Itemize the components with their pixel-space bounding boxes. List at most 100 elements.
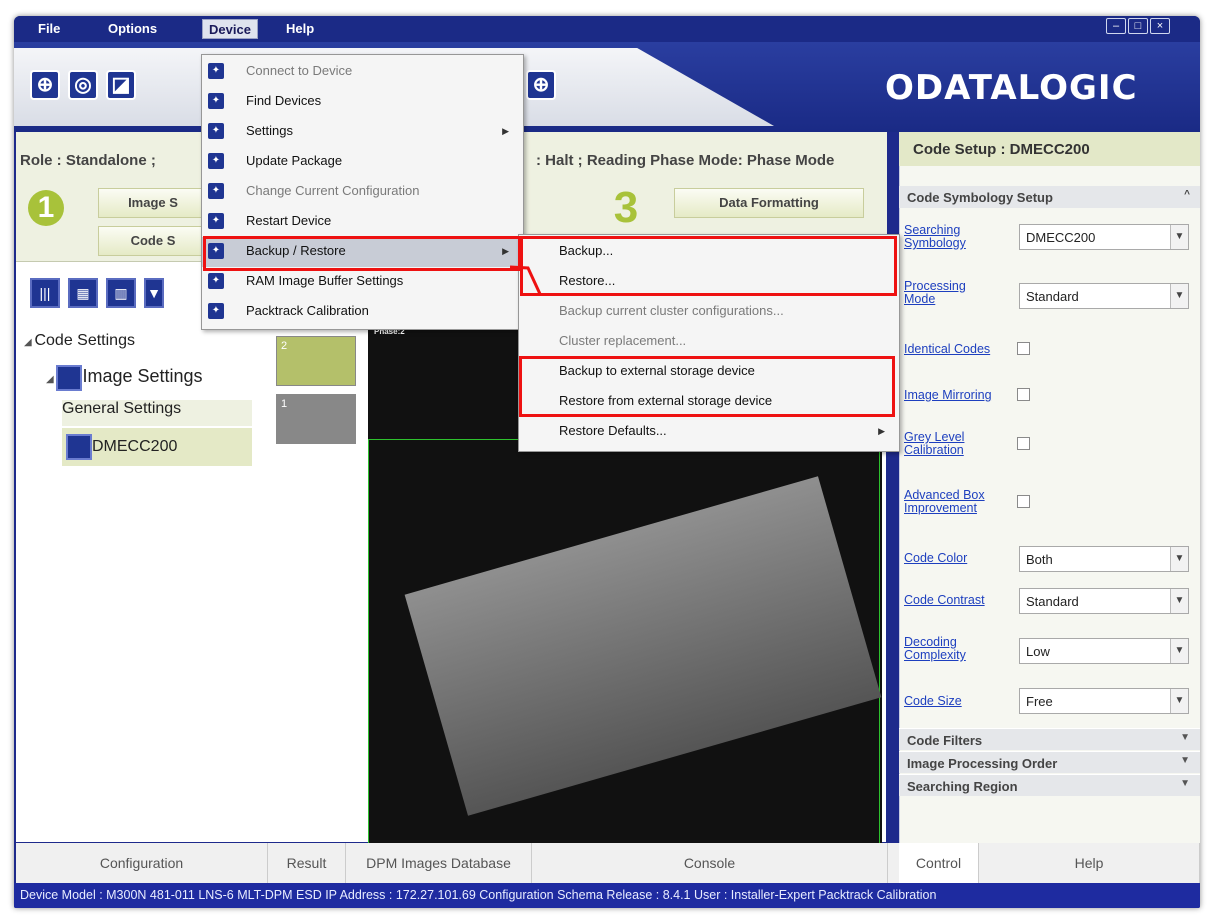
open-device-icon[interactable]: ◎ [68, 70, 98, 100]
find-icon: ✦ [208, 93, 224, 109]
barcode-1d-icon[interactable]: ||| [30, 278, 60, 308]
backup_menu-item-cluster-replacement: Cluster replacement... [519, 327, 899, 357]
barcode-2d-icon[interactable]: ▦ [68, 278, 98, 308]
chevron-down-icon[interactable]: ▼ [1180, 778, 1190, 789]
close-icon[interactable]: × [1150, 18, 1170, 34]
device_menu-item-packtrack-calibration[interactable]: ✦ Packtrack Calibration [202, 297, 523, 327]
tree-image-settings[interactable]: ◢ Image Settings [46, 365, 203, 391]
grey-level-label[interactable]: Grey Level Calibration [904, 431, 974, 457]
device_menu-label: Change Current Configuration [246, 183, 420, 198]
device_menu-label: Connect to Device [246, 63, 353, 78]
tree-general-settings[interactable]: General Settings [62, 400, 252, 426]
wrench-icon: ✦ [208, 273, 224, 289]
add-device-icon[interactable]: ◪ [106, 70, 136, 100]
advanced-box-label[interactable]: Advanced Box Improvement [904, 489, 994, 515]
datalogic-logo: ODATALOGIC [885, 68, 1138, 108]
chevron-down-icon[interactable]: ▼ [1170, 284, 1188, 308]
tab-help[interactable]: Help [979, 843, 1200, 883]
advanced-box-checkbox[interactable] [1017, 495, 1030, 508]
identical-codes-label[interactable]: Identical Codes [904, 343, 990, 356]
thumbnail-phase-1[interactable]: 1 [276, 394, 356, 444]
device_menu-label: Settings [246, 123, 293, 138]
packtrack-icon[interactable]: ⊕ [526, 70, 556, 100]
image-icon [56, 365, 83, 391]
code-contrast-label[interactable]: Code Contrast [904, 594, 985, 607]
code-filters-section[interactable]: Code Filters ▼ [899, 728, 1200, 750]
code-color-select[interactable]: Both ▼ [1019, 546, 1189, 572]
image-processing-order-section[interactable]: Image Processing Order ▼ [899, 751, 1200, 773]
device-menu: ✦ Connect to Device ✦ Find Devices ✦ Settings… [201, 54, 524, 330]
device_menu-label: Update Package [246, 153, 343, 168]
bottom-tabs: Configuration Result DPM Images Database… [16, 843, 1200, 883]
postal-code-icon[interactable]: ▥ [106, 278, 136, 308]
code-size-label[interactable]: Code Size [904, 695, 962, 708]
decoding-complexity-select[interactable]: Low ▼ [1019, 638, 1189, 664]
maximize-icon[interactable]: □ [1128, 18, 1148, 34]
highlight-connector [510, 265, 542, 295]
image-settings-step-button[interactable]: Image S [98, 188, 208, 218]
searching-symbology-select[interactable]: DMECC200 ▼ [1019, 224, 1189, 250]
menu-bar: File Options Device Help – □ × [14, 16, 1200, 42]
step-3-badge: 3 [613, 183, 639, 232]
tab-result[interactable]: Result [268, 843, 346, 883]
decoding-complexity-label[interactable]: Decoding Complexity [904, 636, 984, 662]
grey-level-checkbox[interactable] [1017, 437, 1030, 450]
device_menu-item-connect-to-device: ✦ Connect to Device [202, 57, 523, 87]
device_menu-label: Restart Device [246, 213, 332, 228]
menu-file[interactable]: File [32, 19, 66, 39]
filter-icon[interactable]: ▼ [144, 278, 164, 308]
submenu-arrow-icon: ▶ [878, 426, 885, 436]
code-settings-step-button[interactable]: Code S [98, 226, 208, 256]
chevron-down-icon[interactable]: ▼ [1170, 689, 1188, 713]
tab-dpm-images-database[interactable]: DPM Images Database [346, 843, 532, 883]
code-symbology-section[interactable]: Code Symbology Setup ^ [899, 186, 1200, 208]
tab-control[interactable]: Control [899, 843, 979, 883]
chevron-down-icon[interactable]: ▼ [1170, 639, 1188, 663]
tree-dmecc200[interactable]: DMECC200 [62, 428, 252, 466]
window-controls: – □ × [1106, 16, 1186, 38]
chevron-down-icon[interactable]: ▼ [1180, 755, 1190, 766]
image-mirroring-label[interactable]: Image Mirroring [904, 389, 992, 402]
tree-code-settings[interactable]: ◢ Code Settings [24, 332, 135, 350]
tab-configuration[interactable]: Configuration [16, 843, 268, 883]
code-size-select[interactable]: Free ▼ [1019, 688, 1189, 714]
tab-console[interactable]: Console [532, 843, 888, 883]
backup_menu-item-restore-defaults[interactable]: Restore Defaults... ▶ [519, 417, 899, 447]
chevron-down-icon[interactable]: ▼ [1170, 225, 1188, 249]
chevron-down-icon[interactable]: ▼ [1180, 732, 1190, 743]
device_menu-item-find-devices[interactable]: ✦ Find Devices [202, 87, 523, 117]
camera-icon: ✦ [208, 63, 224, 79]
minimize-icon[interactable]: – [1106, 18, 1126, 34]
status-bar: Device Model : M300N 481-011 LNS-6 MLT-D… [14, 883, 1200, 908]
menu-device[interactable]: Device [202, 19, 258, 39]
backup_menu-label: Restore Defaults... [559, 423, 667, 438]
code-contrast-select[interactable]: Standard ▼ [1019, 588, 1189, 614]
device_menu-item-ram-image-buffer-settings[interactable]: ✦ RAM Image Buffer Settings [202, 267, 523, 297]
code-color-label[interactable]: Code Color [904, 552, 967, 565]
backup_menu-label: Backup current cluster configurations... [559, 303, 784, 318]
getting-started-icon[interactable]: ⊕ [30, 70, 60, 100]
data-formatting-button[interactable]: Data Formatting [674, 188, 864, 218]
processing-mode-select[interactable]: Standard ▼ [1019, 283, 1189, 309]
device_menu-item-settings[interactable]: ✦ Settings ▶ [202, 117, 523, 147]
menu-help[interactable]: Help [280, 19, 320, 39]
wrench-icon: ✦ [208, 153, 224, 169]
chevron-down-icon[interactable]: ▼ [1170, 547, 1188, 571]
highlight-backup-restore [203, 236, 521, 271]
wrench-icon: ✦ [208, 183, 224, 199]
device_menu-item-restart-device[interactable]: ✦ Restart Device [202, 207, 523, 237]
identical-codes-checkbox[interactable] [1017, 342, 1030, 355]
menu-options[interactable]: Options [102, 19, 163, 39]
device_menu-item-update-package[interactable]: ✦ Update Package [202, 147, 523, 177]
searching-symbology-label[interactable]: Searching Symbology [904, 224, 1004, 250]
step-1-badge: 1 [28, 190, 64, 226]
crosshair-icon: ✦ [208, 303, 224, 319]
highlight-backup-restore-items [520, 236, 897, 296]
image-mirroring-checkbox[interactable] [1017, 388, 1030, 401]
chevron-down-icon[interactable]: ▼ [1170, 589, 1188, 613]
backup_menu-item-backup-current-cluster-configurations: Backup current cluster configurations... [519, 297, 899, 327]
searching-region-section[interactable]: Searching Region ▼ [899, 774, 1200, 796]
processing-mode-label[interactable]: Processing Mode [904, 280, 974, 306]
chevron-up-icon[interactable]: ^ [1184, 189, 1190, 200]
thumbnail-phase-2[interactable]: 2 [276, 336, 356, 386]
